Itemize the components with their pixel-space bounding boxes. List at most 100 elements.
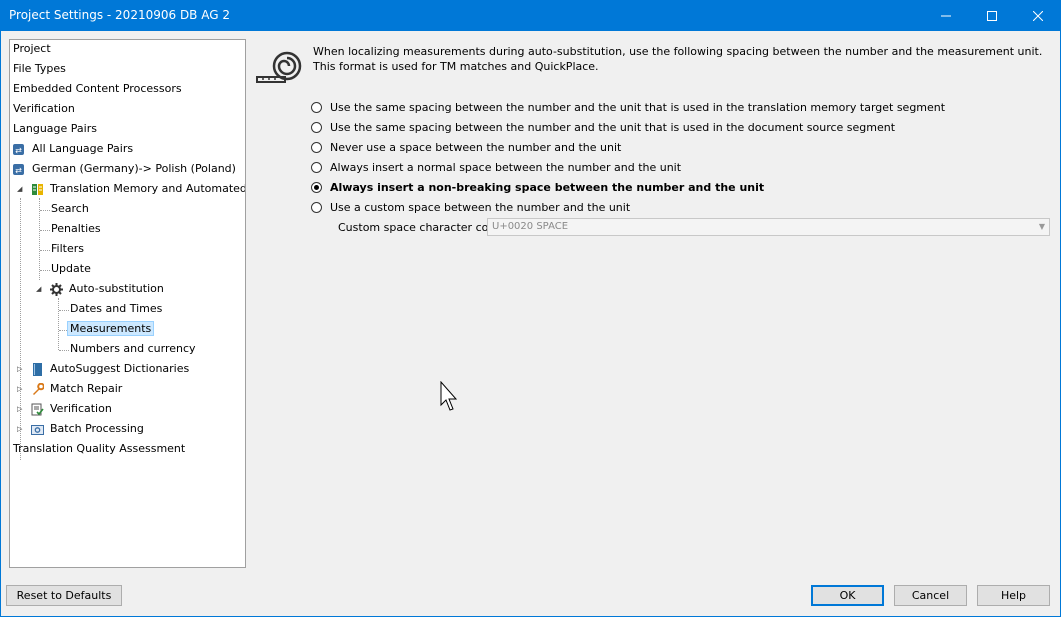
custom-space-dropdown: U+0020 SPACE ▼: [487, 218, 1050, 236]
option-never-space[interactable]: Never use a space between the number and…: [311, 138, 621, 156]
description-text: When localizing measurements during auto…: [313, 45, 1043, 73]
cancel-button[interactable]: Cancel: [894, 585, 967, 606]
ok-button[interactable]: OK: [811, 585, 884, 606]
option-label: Use a custom space between the number an…: [330, 200, 631, 214]
tree-line: [40, 230, 50, 231]
chevron-down-icon: ▼: [1038, 222, 1045, 231]
dictionary-icon: [33, 362, 42, 376]
expand-arrow-icon[interactable]: ▷: [17, 420, 25, 438]
tree-line: [59, 310, 69, 311]
tree-item-translation-memory[interactable]: Translation Memory and Automated Transla…: [31, 180, 246, 198]
translation-memory-icon: [32, 183, 43, 195]
option-custom-space[interactable]: Use a custom space between the number an…: [311, 198, 630, 216]
tree-item-label: Measurements: [67, 321, 155, 336]
tree-line: [40, 210, 50, 211]
tree-item-measurements[interactable]: Measurements: [67, 320, 155, 338]
close-button[interactable]: [1015, 0, 1061, 31]
tree-item-label: Verification: [13, 102, 75, 115]
settings-tree[interactable]: Project File Types Embedded Content Proc…: [9, 39, 246, 568]
tree-item-verification[interactable]: Verification: [13, 100, 75, 118]
option-non-breaking-space[interactable]: Always insert a non-breaking space betwe…: [311, 178, 764, 196]
tree-item-numbers-and-currency[interactable]: Numbers and currency: [70, 340, 196, 358]
tree-item-penalties[interactable]: Penalties: [51, 220, 101, 238]
tree-item-update[interactable]: Update: [51, 260, 91, 278]
mouse-cursor-icon: [440, 381, 458, 411]
verification-icon: [31, 403, 44, 415]
tree-item-label: Match Repair: [50, 382, 123, 395]
tree-line: [59, 350, 69, 351]
option-label: Use the same spacing between the number …: [330, 120, 896, 134]
reset-to-defaults-button[interactable]: Reset to Defaults: [6, 585, 122, 606]
tree-line: [40, 270, 50, 271]
custom-space-value: U+0020 SPACE: [492, 221, 569, 232]
close-icon: [1033, 10, 1043, 21]
tree-item-label: File Types: [13, 62, 66, 75]
tree-item-autosuggest[interactable]: AutoSuggest Dictionaries: [31, 360, 189, 378]
radio-button[interactable]: [311, 141, 322, 153]
tree-item-dates-and-times[interactable]: Dates and Times: [70, 300, 162, 318]
wrench-icon: [33, 382, 44, 395]
language-pair-icon: ⇄: [13, 143, 24, 155]
maximize-icon: [987, 10, 997, 21]
tree-item-label: Embedded Content Processors: [13, 82, 182, 95]
measuring-tape-icon: [256, 51, 302, 83]
tree-item-language-pairs[interactable]: Language Pairs: [13, 120, 97, 138]
tree-line: [40, 250, 50, 251]
option-label: Always insert a normal space between the…: [330, 160, 682, 174]
expand-arrow-icon[interactable]: ▷: [17, 360, 25, 378]
tree-item-label: Project: [13, 42, 51, 55]
radio-button[interactable]: [311, 101, 322, 113]
radio-button[interactable]: [311, 161, 322, 173]
tree-item-label: Batch Processing: [50, 422, 144, 435]
language-pair-icon: ⇄: [13, 163, 24, 175]
window-title: Project Settings - 20210906 DB AG 2: [9, 8, 230, 22]
radio-button[interactable]: [311, 121, 322, 133]
option-normal-space[interactable]: Always insert a normal space between the…: [311, 158, 681, 176]
tree-item-label: Update: [51, 262, 91, 275]
radio-button[interactable]: [311, 201, 322, 213]
tree-item-embedded-content[interactable]: Embedded Content Processors: [13, 80, 182, 98]
tree-item-label: Verification: [50, 402, 112, 415]
tree-item-german-polish[interactable]: ⇄ German (Germany)-> Polish (Poland): [13, 160, 236, 178]
expand-arrow-icon[interactable]: ▷: [17, 400, 25, 418]
tree-item-label: All Language Pairs: [32, 142, 134, 155]
tree-item-label: Penalties: [51, 222, 101, 235]
tree-item-search[interactable]: Search: [51, 200, 89, 218]
tree-item-filters[interactable]: Filters: [51, 240, 84, 258]
tree-line: [58, 298, 59, 350]
tree-item-label: Search: [51, 202, 89, 215]
radio-button-selected[interactable]: [311, 181, 322, 193]
expand-arrow-icon[interactable]: ▷: [17, 380, 25, 398]
gear-icon: [50, 282, 63, 296]
batch-processing-icon: [31, 424, 44, 435]
tree-item-label: Translation Quality Assessment: [13, 442, 186, 455]
tree-item-match-repair[interactable]: Match Repair: [31, 380, 122, 398]
option-tm-target-spacing[interactable]: Use the same spacing between the number …: [311, 98, 945, 116]
tree-item-verification-2[interactable]: Verification: [31, 400, 112, 418]
tree-item-label: Auto-substitution: [69, 282, 164, 295]
tree-item-tqa[interactable]: Translation Quality Assessment: [13, 440, 185, 458]
tree-item-batch-processing[interactable]: Batch Processing: [31, 420, 144, 438]
option-label: Always insert a non-breaking space betwe…: [330, 180, 765, 194]
option-source-spacing[interactable]: Use the same spacing between the number …: [311, 118, 895, 136]
option-label: Use the same spacing between the number …: [330, 100, 946, 114]
maximize-button[interactable]: [969, 0, 1015, 31]
title-bar: Project Settings - 20210906 DB AG 2: [0, 0, 1061, 31]
collapse-arrow-icon[interactable]: ◢: [36, 280, 44, 298]
tree-item-label: Filters: [51, 242, 84, 255]
option-label: Never use a space between the number and…: [330, 140, 622, 154]
tree-item-label: Numbers and currency: [70, 342, 196, 355]
tree-item-file-types[interactable]: File Types: [13, 60, 66, 78]
tree-item-label: Dates and Times: [70, 302, 163, 315]
minimize-button[interactable]: [923, 0, 969, 31]
tree-item-auto-substitution[interactable]: Auto-substitution: [50, 280, 164, 298]
tree-item-project[interactable]: Project: [13, 40, 51, 58]
help-button[interactable]: Help: [977, 585, 1050, 606]
tree-item-all-language-pairs[interactable]: ⇄ All Language Pairs: [13, 140, 133, 158]
tree-item-label: Translation Memory and Automated Transla…: [50, 182, 246, 195]
collapse-arrow-icon[interactable]: ◢: [17, 180, 25, 198]
tree-item-label: German (Germany)-> Polish (Poland): [32, 162, 236, 175]
tree-item-label: AutoSuggest Dictionaries: [50, 362, 190, 375]
tree-item-label: Language Pairs: [13, 122, 97, 135]
custom-space-label: Custom space character code:: [338, 221, 506, 234]
